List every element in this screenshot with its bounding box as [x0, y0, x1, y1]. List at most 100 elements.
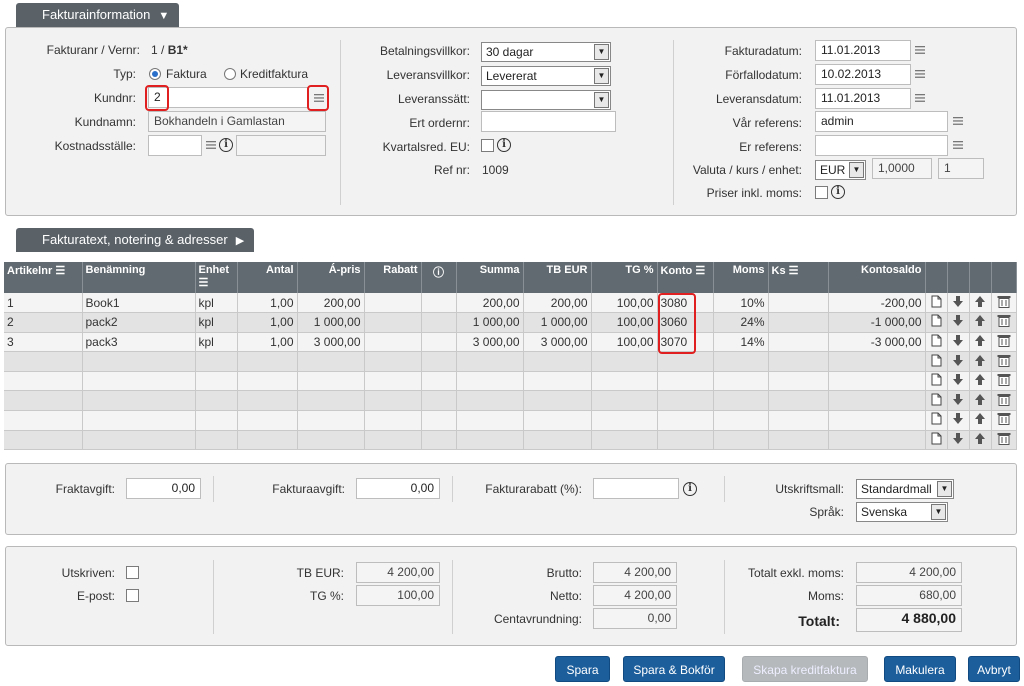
table-cell[interactable] [364, 351, 422, 372]
table-cell[interactable]: 200,00 [456, 293, 524, 314]
table-cell[interactable] [364, 430, 422, 451]
table-row[interactable] [4, 371, 1017, 392]
list-icon[interactable] [953, 116, 963, 126]
table-cell[interactable] [456, 430, 524, 451]
table-cell[interactable] [523, 390, 592, 412]
document-icon[interactable] [925, 293, 948, 314]
table-cell[interactable] [768, 371, 829, 392]
table-cell[interactable] [523, 430, 592, 451]
table-cell[interactable] [195, 351, 238, 372]
table-cell[interactable] [297, 371, 365, 392]
table-cell[interactable] [237, 371, 298, 392]
table-cell[interactable] [591, 371, 658, 392]
table-cell[interactable]: 1 000,00 [297, 312, 365, 333]
table-cell[interactable] [828, 371, 926, 392]
leveransdatum-input[interactable]: 11.01.2013 [815, 88, 911, 109]
arrow-down-icon[interactable] [947, 410, 970, 431]
table-cell[interactable] [237, 410, 298, 431]
kvartalsred-checkbox[interactable] [481, 139, 494, 152]
table-cell[interactable] [591, 390, 658, 412]
table-cell[interactable]: 3 [4, 332, 83, 353]
table-cell[interactable]: 3 000,00 [456, 332, 524, 353]
sprak-select[interactable]: Svenska ▼ [856, 502, 948, 522]
table-cell[interactable]: -1 000,00 [828, 312, 926, 333]
table-row[interactable]: 3 pack3 kpl 1,00 3 000,00 3 000,00 3 000,00 100… [4, 332, 1017, 353]
arrow-up-icon[interactable] [969, 293, 992, 314]
trash-icon[interactable] [991, 293, 1017, 314]
table-cell[interactable] [297, 351, 365, 372]
table-row[interactable] [4, 430, 1017, 451]
arrow-down-icon[interactable] [947, 371, 970, 392]
arrow-down-icon[interactable] [947, 293, 970, 314]
table-cell[interactable] [82, 410, 196, 431]
table-cell[interactable]: 3 000,00 [523, 332, 592, 353]
table-cell[interactable]: pack2 [82, 312, 196, 333]
trash-icon[interactable] [991, 430, 1017, 451]
forfallodatum-input[interactable]: 10.02.2013 [815, 64, 911, 85]
table-cell[interactable] [713, 351, 769, 372]
skapa-kreditfaktura-button[interactable]: Skapa kreditfaktura [742, 656, 868, 682]
kostnadsstalle-input[interactable] [148, 135, 202, 156]
betalningsvillkor-select[interactable]: 30 dagar ▼ [481, 42, 611, 62]
arrow-up-icon[interactable] [969, 332, 992, 353]
ert-ordernr-input[interactable] [481, 111, 616, 132]
table-cell[interactable] [364, 293, 422, 314]
table-cell[interactable]: pack3 [82, 332, 196, 353]
trash-icon[interactable] [991, 312, 1017, 333]
table-cell[interactable] [828, 410, 926, 431]
table-cell[interactable] [195, 410, 238, 431]
table-cell[interactable] [82, 351, 196, 372]
table-cell[interactable] [768, 390, 829, 412]
col-header-tb-eur[interactable]: TB EUR [523, 262, 592, 293]
document-icon[interactable] [925, 351, 948, 372]
leveransvillkor-select[interactable]: Levererat ▼ [481, 66, 611, 86]
trash-icon[interactable] [991, 390, 1017, 412]
fakturarabatt-input[interactable] [593, 478, 679, 499]
table-cell[interactable]: 1 000,00 [456, 312, 524, 333]
col-header-benamning[interactable]: Benämning [82, 262, 196, 293]
table-cell[interactable] [82, 371, 196, 392]
document-icon[interactable] [925, 312, 948, 333]
arrow-up-icon[interactable] [969, 312, 992, 333]
table-cell[interactable]: 14% [713, 332, 769, 353]
col-header-info[interactable]: ⓘ [421, 262, 457, 293]
list-icon[interactable] [915, 69, 925, 79]
table-cell[interactable] [364, 371, 422, 392]
col-header-kontosaldo[interactable]: Kontosaldo [828, 262, 926, 293]
table-cell[interactable]: 200,00 [297, 293, 365, 314]
table-cell[interactable] [828, 390, 926, 412]
valuta-select[interactable]: EUR ▼ [815, 160, 866, 180]
arrow-up-icon[interactable] [969, 351, 992, 372]
table-cell[interactable] [82, 390, 196, 412]
table-cell[interactable] [4, 371, 83, 392]
fraktavgift-input[interactable]: 0,00 [126, 478, 201, 499]
table-cell[interactable]: 10% [713, 293, 769, 314]
table-cell[interactable]: 1 000,00 [523, 312, 592, 333]
table-cell[interactable] [195, 371, 238, 392]
table-cell[interactable]: 100,00 [591, 332, 658, 353]
table-cell[interactable] [591, 351, 658, 372]
table-cell[interactable] [4, 390, 83, 412]
table-cell[interactable]: 3 000,00 [297, 332, 365, 353]
table-cell[interactable]: kpl [195, 332, 238, 353]
table-cell[interactable] [421, 371, 457, 392]
spara-button[interactable]: Spara [555, 656, 610, 682]
utskriftsmall-select[interactable]: Standardmall ▼ [856, 479, 954, 499]
spara-bokfor-button[interactable]: Spara & Bokför [623, 656, 725, 682]
col-header-konto[interactable]: Konto ☰ [657, 262, 714, 293]
table-cell[interactable] [713, 390, 769, 412]
table-cell[interactable]: -200,00 [828, 293, 926, 314]
table-cell[interactable] [421, 430, 457, 451]
table-cell[interactable] [657, 430, 714, 451]
makulera-button[interactable]: Makulera [884, 656, 956, 682]
col-header-antal[interactable]: Antal [237, 262, 298, 293]
col-header-summa[interactable]: Summa [456, 262, 524, 293]
table-cell[interactable] [421, 410, 457, 431]
trash-icon[interactable] [991, 410, 1017, 431]
table-cell[interactable] [237, 390, 298, 412]
arrow-down-icon[interactable] [947, 332, 970, 353]
table-cell[interactable] [523, 351, 592, 372]
table-cell[interactable]: 1,00 [237, 293, 298, 314]
col-header-tg[interactable]: TG % [591, 262, 658, 293]
col-header-rabatt[interactable]: Rabatt [364, 262, 422, 293]
